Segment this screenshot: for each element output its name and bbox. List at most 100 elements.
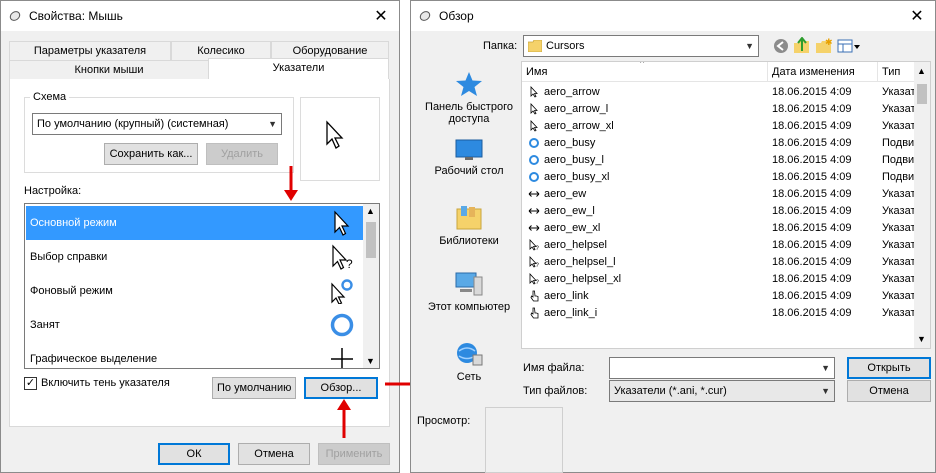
file-row[interactable]: aero_link_i 18.06.2015 4:09 Указат (522, 305, 916, 322)
preview-label: Просмотр: (417, 415, 471, 427)
network-icon (457, 343, 483, 366)
delete-button[interactable]: Удалить (206, 143, 278, 165)
svg-text:?: ? (536, 246, 540, 251)
file-list-header: ^ Имя Дата изменения Тип (522, 62, 916, 82)
shadow-checkbox[interactable]: ✓ (24, 377, 37, 390)
computer-icon (455, 272, 483, 296)
resize-ew-icon (528, 188, 540, 200)
file-row[interactable]: aero_arrow 18.06.2015 4:09 Указат (522, 84, 916, 101)
svg-text:?: ? (346, 257, 353, 270)
file-row[interactable]: aero_arrow_l 18.06.2015 4:09 Указат (522, 101, 916, 118)
cancel-button[interactable]: Отмена (847, 380, 931, 402)
title-bar: Обзор ✕ (411, 1, 935, 31)
list-item-busy[interactable]: Занят (26, 308, 363, 342)
scroll-thumb[interactable] (917, 84, 927, 104)
places-bar: Панель быстрого доступа Рабочий стол Биб… (417, 61, 521, 401)
view-menu-icon[interactable] (837, 38, 861, 54)
mouse-icon (419, 11, 431, 21)
scroll-down-icon[interactable]: ▼ (366, 356, 375, 366)
file-date: 18.06.2015 4:09 (772, 256, 852, 268)
scheme-label: Схема (30, 91, 70, 103)
scroll-down-icon[interactable]: ▼ (917, 334, 926, 344)
file-name: aero_busy (544, 137, 596, 149)
file-row[interactable]: ? aero_helpsel_l 18.06.2015 4:09 Указат (522, 254, 916, 271)
file-date: 18.06.2015 4:09 (772, 205, 852, 217)
file-row[interactable]: aero_link 18.06.2015 4:09 Указат (522, 288, 916, 305)
tab-pointers[interactable]: Указатели (208, 58, 389, 80)
star-icon (456, 72, 482, 96)
file-date: 18.06.2015 4:09 (772, 239, 852, 251)
scroll-up-icon[interactable]: ▲ (366, 206, 375, 216)
filetype-select[interactable]: Указатели (*.ani, *.cur) ▼ (609, 380, 835, 402)
arrow-cursor-icon (326, 120, 344, 149)
file-row[interactable]: ? aero_helpsel 18.06.2015 4:09 Указат (522, 237, 916, 254)
file-type: Указат (882, 120, 916, 132)
column-type[interactable]: Тип (878, 62, 916, 82)
file-row[interactable]: aero_ew 18.06.2015 4:09 Указат (522, 186, 916, 203)
file-date: 18.06.2015 4:09 (772, 273, 852, 285)
file-name: aero_busy_l (544, 154, 604, 166)
file-row[interactable]: aero_arrow_xl 18.06.2015 4:09 Указат (522, 118, 916, 135)
save-as-button[interactable]: Сохранить как... (104, 143, 198, 165)
up-folder-icon[interactable] (793, 37, 811, 55)
title-bar: Свойства: Мышь ✕ (1, 1, 399, 31)
busy-ring-icon (528, 137, 540, 149)
file-row[interactable]: aero_ew_xl 18.06.2015 4:09 Указат (522, 220, 916, 237)
file-row[interactable]: ? aero_helpsel_xl 18.06.2015 4:09 Указат (522, 271, 916, 288)
nav-libraries[interactable]: Библиотеки (417, 205, 521, 247)
file-date: 18.06.2015 4:09 (772, 222, 852, 234)
list-item-normal-select[interactable]: Основной режим (26, 206, 363, 240)
file-row[interactable]: aero_busy_xl 18.06.2015 4:09 Подви (522, 169, 916, 186)
new-folder-icon[interactable]: ✱ (815, 37, 833, 55)
file-date: 18.06.2015 4:09 (772, 307, 852, 319)
nav-this-pc[interactable]: Этот компьютер (417, 271, 521, 313)
file-list-scrollbar[interactable]: ▲ ▼ (914, 62, 930, 348)
arrow-cursor-icon (334, 210, 350, 236)
close-icon[interactable]: ✕ (371, 6, 391, 26)
back-icon[interactable] (773, 38, 789, 54)
mouse-icon (9, 11, 21, 21)
chevron-down-icon: ▼ (821, 386, 830, 396)
file-row[interactable]: aero_ew_l 18.06.2015 4:09 Указат (522, 203, 916, 220)
tab-pointer-options[interactable]: Параметры указателя (9, 41, 171, 61)
svg-text:✱: ✱ (825, 37, 833, 47)
desktop-icon (455, 139, 483, 160)
file-list[interactable]: ^ Имя Дата изменения Тип aero_arrow 18.06… (521, 61, 931, 349)
file-date: 18.06.2015 4:09 (772, 120, 852, 132)
nav-desktop[interactable]: Рабочий стол (417, 139, 521, 177)
help-arrow-icon: ? (528, 255, 540, 269)
scheme-select[interactable]: По умолчанию (крупный) (системная) ▼ (32, 113, 282, 135)
filename-label: Имя файла: (523, 362, 585, 374)
scroll-up-icon[interactable]: ▲ (917, 66, 926, 76)
tab-buttons[interactable]: Кнопки мыши (9, 60, 209, 80)
open-button[interactable]: Открыть (847, 357, 931, 379)
cursor-list[interactable]: Основной режим Выбор справки ? Фоновый р… (24, 203, 380, 369)
column-name[interactable]: Имя (522, 62, 768, 82)
filename-input[interactable]: ▼ (609, 357, 835, 379)
file-date: 18.06.2015 4:09 (772, 290, 852, 302)
cancel-button[interactable]: Отмена (238, 443, 310, 465)
ok-button[interactable]: ОК (158, 443, 230, 465)
column-date-modified[interactable]: Дата изменения (768, 62, 878, 82)
customize-label: Настройка: (24, 185, 82, 197)
nav-quick-access[interactable]: Панель быстрого доступа (417, 71, 521, 125)
file-date: 18.06.2015 4:09 (772, 137, 852, 149)
folder-select[interactable]: Cursors ▼ (523, 35, 759, 57)
apply-button[interactable]: Применить (318, 443, 390, 465)
list-scrollbar[interactable]: ▲ ▼ (363, 204, 379, 368)
scroll-thumb[interactable] (366, 222, 376, 258)
use-default-button[interactable]: По умолчанию (212, 377, 296, 399)
list-item-precision-select[interactable]: Графическое выделение (26, 342, 363, 368)
list-item-working[interactable]: Фоновый режим (26, 274, 363, 308)
nav-network[interactable]: Сеть (417, 341, 521, 383)
file-row[interactable]: aero_busy 18.06.2015 4:09 Подви (522, 135, 916, 152)
resize-ew-icon (528, 205, 540, 217)
close-icon[interactable]: ✕ (907, 6, 927, 26)
file-name: aero_ew_l (544, 205, 595, 217)
list-item-help-select[interactable]: Выбор справки ? (26, 240, 363, 274)
file-row[interactable]: aero_busy_l 18.06.2015 4:09 Подви (522, 152, 916, 169)
svg-text:?: ? (536, 280, 540, 285)
folder-label: Папка: (483, 40, 518, 52)
browse-button[interactable]: Обзор... (304, 377, 378, 399)
file-type: Указат (882, 188, 916, 200)
